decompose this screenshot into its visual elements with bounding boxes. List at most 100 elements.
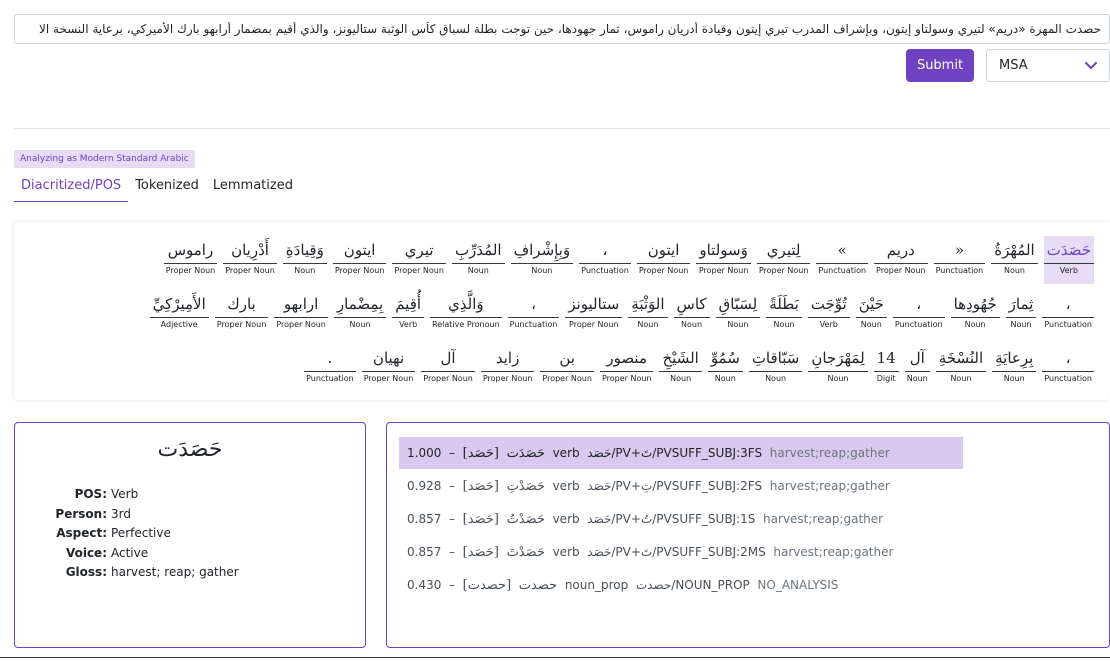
submit-button[interactable]: Submit [906,49,974,82]
pos-token[interactable]: تيري Proper Noun [392,236,446,284]
token-word: ، [1042,290,1094,318]
pos-token[interactable]: سُمُوِّ Noun [707,344,743,392]
pos-token[interactable]: نهيان Proper Noun [361,344,416,392]
bottom-border [0,657,1110,658]
pos-token[interactable]: ، Punctuation [579,236,631,284]
token-pos-label: Punctuation [581,266,629,275]
property-key: Gloss: [65,565,107,579]
pos-token[interactable]: دريم Proper Noun [874,236,928,284]
analysis-row[interactable]: 0.857 – حَصَدْتُ [حَصَد] verb حَصَد/PV+ت… [399,503,891,535]
pos-token[interactable]: ايتون Proper Noun [332,236,387,284]
pos-token[interactable]: ، Punctuation [1042,290,1094,338]
token-pos-label: Punctuation [818,266,867,275]
pos-token[interactable]: المُدَرِّبِ Noun [451,236,505,284]
pos-token[interactable]: آل Proper Noun [421,344,475,392]
pos-token[interactable]: لِمَهْرَجانِ Noun [808,344,868,392]
pos-token[interactable]: بن Proper Noun [540,344,594,392]
analysis-row[interactable]: 1.000 – حَصَدَت [حَصَد] verb حَصَد/PV+تَ… [399,437,963,469]
pos-token[interactable]: النُسْخَةِ Noun [935,344,987,392]
pos-token[interactable]: بِرِعايَةِ Noun [992,344,1037,392]
analysis-mode-badge: Analyzing as Modern Standard Arabic [14,150,195,168]
pos-token[interactable]: جُهُودِها Noun [950,290,1000,338]
analysis-row[interactable]: 0.857 – حَصَدْتَ [حَصَد] verb حَصَد/PV+ت… [399,536,901,568]
analysis-gloss: harvest;reap;gather [773,545,894,559]
pos-token[interactable]: حَصَدَت Verb [1043,236,1094,284]
token-word: ايتون [636,236,691,264]
property-value: Perfective [111,526,171,540]
pos-token[interactable]: زايد Proper Noun [480,344,535,392]
token-pos-label: Punctuation [1044,374,1092,383]
pos-token[interactable]: بِمِضْمارِ Noun [333,290,387,338]
detail-property-row: Aspect: Perfective [15,524,367,544]
analysis-lemma: [حَصَد] [462,479,499,494]
pos-token[interactable]: بَطَلَةً Noun [766,290,802,338]
section-divider [14,128,1110,129]
token-pos-label: Proper Noun [334,266,385,275]
pos-token[interactable]: وَبِإِشْرافِ Noun [510,236,574,284]
token-pos-label: Punctuation [509,320,558,329]
pos-token[interactable]: الأَمِيرْكِيِّ Adjective [149,290,209,338]
property-value: 3rd [111,506,131,521]
token-pos-label: Proper Noun [698,266,749,275]
pos-token[interactable]: أَدْرِيان Proper Noun [223,236,277,284]
pos-token[interactable]: منصور Proper Noun [599,344,654,392]
word-detail-panel: حَصَدَت POS: Verb Person: 3rd Aspect: Perfect… [14,422,366,648]
pos-token[interactable]: لِتيري Proper Noun [756,236,811,284]
pos-token[interactable]: أُقِيمَ Verb [392,290,425,338]
token-pos-label: Relative Pronoun [432,320,500,329]
pos-token[interactable]: » Punctuation [816,236,869,284]
token-pos-label: Noun [860,320,882,329]
token-word: ستاليونز [565,290,623,318]
pos-token[interactable]: المُهْرَةُ Noun [991,236,1038,284]
pos-token[interactable]: ، Punctuation [507,290,560,338]
pos-lines: حَصَدَت Verb المُهْرَةُ Noun « Punctuation دري… [30,236,1094,398]
pos-token[interactable]: لِسَبّاقِ Noun [715,290,761,338]
pos-token[interactable]: ، Punctuation [1042,344,1094,392]
pos-token[interactable]: راموس Proper Noun [163,236,218,284]
analysis-diacritized: حَصَدَت [506,446,545,461]
token-pos-label: Noun [349,320,371,329]
arabic-text-input[interactable] [15,15,1109,43]
chevron-down-icon [1085,61,1097,70]
pos-token[interactable]: كاسِ Noun [673,290,710,338]
dialect-select[interactable]: MSA [986,49,1110,82]
pos-token[interactable]: ارابهو Proper Noun [274,290,328,338]
detail-property-row: Voice: Active [15,544,367,564]
token-word: وَقِيادَةِ [282,236,327,264]
tab-tokenized[interactable]: Tokenized [128,172,206,202]
token-word: الأَمِيرْكِيِّ [149,290,209,318]
pos-token[interactable]: الشَيْخِ Noun [659,344,702,392]
pos-token[interactable]: . Punctuation [304,344,356,392]
pos-token[interactable]: وَسولتاو Proper Noun [696,236,751,284]
pos-token[interactable]: ، Punctuation [892,290,945,338]
pos-token[interactable]: وَقِيادَةِ Noun [282,236,327,284]
token-word: 14 [873,344,899,372]
token-pos-label: Proper Noun [363,374,414,383]
pos-token[interactable]: آل Noun [904,344,930,392]
analysis-score: 1.000 [407,446,442,460]
token-pos-label: Punctuation [894,320,943,329]
pos-token[interactable]: سَبّاقاتِ Noun [748,344,803,392]
analysis-score: 0.928 [407,479,442,493]
analysis-row[interactable]: 0.928 – حَصَدْتِ [حَصَد] verb حَصَد/PV+ت… [399,470,898,502]
token-pos-label: Proper Noun [569,320,619,329]
tab-lemmatized[interactable]: Lemmatized [206,172,300,202]
pos-token[interactable]: حَيْنَ Noun [855,290,887,338]
pos-token[interactable]: ايتون Proper Noun [636,236,691,284]
pos-token[interactable]: « Punctuation [933,236,986,284]
token-pos-label: Punctuation [935,266,984,275]
pos-token[interactable]: 14 Digit [873,344,899,392]
pos-token[interactable]: تُوِّجَت Verb [807,290,850,338]
token-word: « [933,236,986,264]
pos-token[interactable]: بارك Proper Noun [214,290,269,338]
token-word: حَصَدَت [1043,236,1094,264]
tab-diacritized-pos[interactable]: Diacritized/POS [14,172,129,202]
pos-token[interactable]: ستاليونز Proper Noun [565,290,623,338]
analysis-row[interactable]: 0.430 – حصدت [حصدت] noun_prop حصدت/NOUN_… [399,569,846,601]
pos-token[interactable]: ثِمارَ Noun [1005,290,1037,338]
pos-token[interactable]: الوَثْبَةِ Noun [628,290,668,338]
analysis-lemma: [حصدت] [462,578,512,593]
token-word: ايتون [332,236,387,264]
token-pos-label: Noun [670,374,692,383]
pos-token[interactable]: وَالَّذِي Relative Pronoun [430,290,502,338]
